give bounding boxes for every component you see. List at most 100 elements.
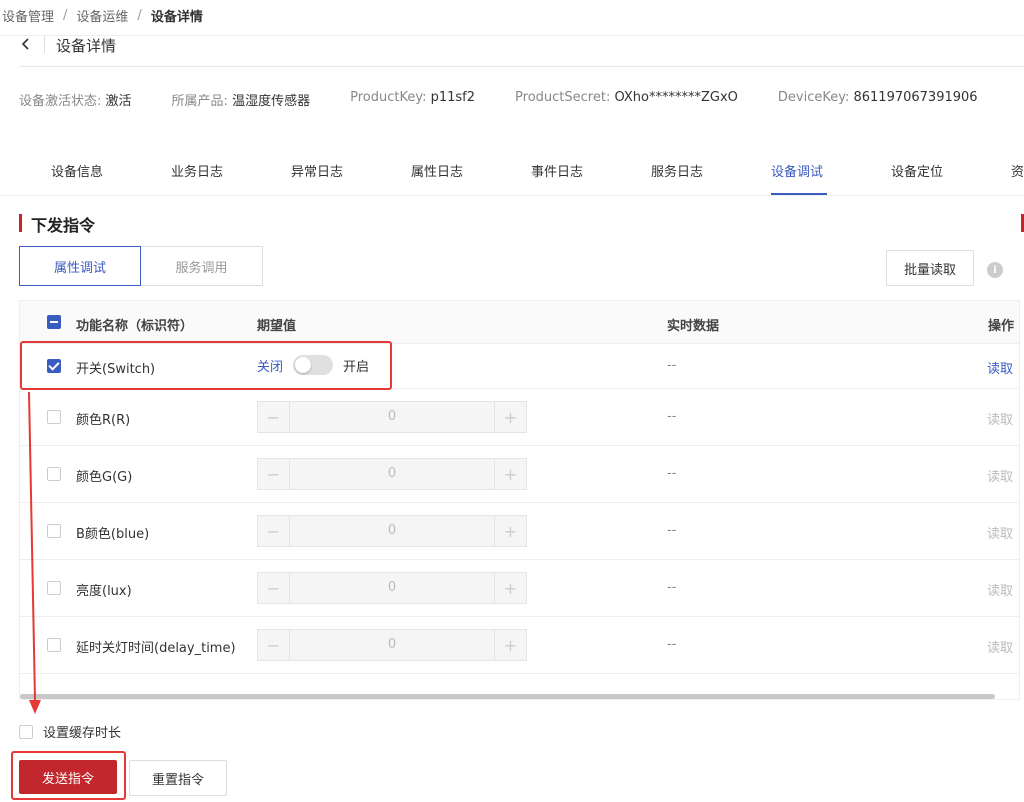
stepper-value-input[interactable]: 0 <box>290 630 494 660</box>
row-name: 延时关灯时间(delay_time) <box>76 641 236 656</box>
quantity-stepper: − 0 + <box>257 401 527 433</box>
read-link[interactable]: 读取 <box>987 637 1013 656</box>
quantity-stepper: − 0 + <box>257 458 527 490</box>
header-divider <box>0 35 1024 36</box>
reset-command-button[interactable]: 重置指令 <box>129 760 227 796</box>
batch-read-button[interactable]: 批量读取 <box>886 250 974 286</box>
col-header-realtime: 实时数据 <box>667 319 720 334</box>
info-label: 所属产品: <box>171 94 228 109</box>
row-checkbox[interactable] <box>47 410 61 424</box>
seg-service-call[interactable]: 服务调用 <box>141 246 263 286</box>
tab-service-log[interactable]: 服务日志 <box>651 161 703 180</box>
stepper-minus-button[interactable]: − <box>258 573 290 603</box>
tab-exception-log[interactable]: 异常日志 <box>291 161 343 180</box>
row-checkbox[interactable] <box>47 581 61 595</box>
horizontal-scrollbar[interactable] <box>20 694 995 699</box>
row-name: 开关(Switch) <box>76 362 156 377</box>
tab-resources[interactable]: 资 <box>1011 161 1024 180</box>
switch-toggle[interactable] <box>293 355 334 375</box>
page-title: 设备详情 <box>56 37 117 55</box>
realtime-value: -- <box>667 637 677 652</box>
tab-bar: 设备信息 业务日志 异常日志 属性日志 事件日志 服务日志 设备调试 设备定位 … <box>0 158 1024 196</box>
breadcrumb-item-current: 设备详情 <box>150 10 203 25</box>
info-value: 激活 <box>105 94 132 109</box>
tab-device-info[interactable]: 设备信息 <box>51 161 103 180</box>
read-link[interactable]: 读取 <box>987 466 1013 485</box>
tab-property-log[interactable]: 属性日志 <box>411 161 463 180</box>
info-divider <box>19 66 1024 67</box>
realtime-value: -- <box>667 523 677 538</box>
realtime-value: -- <box>667 466 677 481</box>
stepper-minus-button[interactable]: − <box>258 516 290 546</box>
stepper-value-input[interactable]: 0 <box>290 402 494 432</box>
info-product: 所属产品: 温湿度传感器 <box>172 90 311 109</box>
section-accent-bar <box>19 214 22 232</box>
col-header-name: 功能名称（标识符） <box>76 319 194 334</box>
table-row: 颜色R(R) − 0 + -- 读取 <box>20 389 1019 446</box>
info-value: p11sf2 <box>430 90 476 105</box>
stepper-plus-button[interactable]: + <box>494 459 526 489</box>
send-command-button[interactable]: 发送指令 <box>19 760 117 794</box>
breadcrumb-item-device-management[interactable]: 设备管理 <box>2 6 54 25</box>
tab-event-log[interactable]: 事件日志 <box>531 161 583 180</box>
read-link[interactable]: 读取 <box>987 358 1013 377</box>
info-product-key: ProductKey: p11sf2 <box>350 90 475 109</box>
table-row: 颜色G(G) − 0 + -- 读取 <box>20 446 1019 503</box>
tab-device-location[interactable]: 设备定位 <box>891 161 943 180</box>
quantity-stepper: − 0 + <box>257 515 527 547</box>
tab-device-debug[interactable]: 设备调试 <box>771 161 823 180</box>
table-row: 亮度(lux) − 0 + -- 读取 <box>20 560 1019 617</box>
stepper-plus-button[interactable]: + <box>494 630 526 660</box>
info-value: 861197067391906 <box>853 90 978 105</box>
info-product-secret: ProductSecret: OXho********ZGxO <box>515 90 738 109</box>
stepper-plus-button[interactable]: + <box>494 573 526 603</box>
realtime-value: -- <box>667 580 677 595</box>
row-name: B颜色(blue) <box>76 527 150 542</box>
seg-property-debug[interactable]: 属性调试 <box>19 246 141 286</box>
quantity-stepper: − 0 + <box>257 572 527 604</box>
row-checkbox[interactable] <box>47 524 61 538</box>
select-all-checkbox[interactable] <box>47 315 61 329</box>
info-value: 温湿度传感器 <box>232 94 311 109</box>
stepper-minus-button[interactable]: − <box>258 402 290 432</box>
read-link[interactable]: 读取 <box>987 409 1013 428</box>
quantity-stepper: − 0 + <box>257 629 527 661</box>
row-checkbox[interactable] <box>47 359 61 373</box>
stepper-minus-button[interactable]: − <box>258 630 290 660</box>
col-header-expected: 期望值 <box>257 319 297 334</box>
stepper-value-input[interactable]: 0 <box>290 573 494 603</box>
read-link[interactable]: 读取 <box>987 580 1013 599</box>
chevron-left-icon[interactable] <box>19 35 33 53</box>
info-status: 设备激活状态: 激活 <box>19 90 132 109</box>
info-device-key: DeviceKey: 861197067391906 <box>778 90 978 109</box>
active-tab-indicator <box>771 193 827 195</box>
info-icon[interactable]: i <box>987 262 1003 278</box>
cache-duration-checkbox[interactable] <box>19 724 33 739</box>
device-info-row: 设备激活状态: 激活 所属产品: 温湿度传感器 ProductKey: p11s… <box>19 90 1018 109</box>
stepper-value-input[interactable]: 0 <box>290 459 494 489</box>
info-label: 设备激活状态: <box>19 94 102 109</box>
breadcrumb-separator: / <box>137 8 142 23</box>
breadcrumb-separator: / <box>63 8 68 23</box>
realtime-value: -- <box>667 358 677 373</box>
stepper-minus-button[interactable]: − <box>258 459 290 489</box>
stepper-plus-button[interactable]: + <box>494 516 526 546</box>
tab-business-log[interactable]: 业务日志 <box>171 161 223 180</box>
info-value: OXho********ZGxO <box>614 90 738 105</box>
table-header: 功能名称（标识符） 期望值 实时数据 操作 <box>20 301 1019 344</box>
breadcrumb: 设备管理 / 设备运维 / 设备详情 <box>2 6 203 25</box>
row-checkbox[interactable] <box>47 467 61 481</box>
realtime-value: -- <box>667 409 677 424</box>
breadcrumb-item-device-ops[interactable]: 设备运维 <box>76 6 128 25</box>
row-name: 颜色G(G) <box>76 470 133 485</box>
stepper-value-input[interactable]: 0 <box>290 516 494 546</box>
stepper-plus-button[interactable]: + <box>494 402 526 432</box>
info-label: DeviceKey: <box>777 90 850 105</box>
switch-on-label: 开启 <box>343 359 370 375</box>
info-label: ProductSecret: <box>515 90 611 105</box>
row-name: 亮度(lux) <box>76 584 132 599</box>
title-divider <box>44 36 45 53</box>
read-link[interactable]: 读取 <box>987 523 1013 542</box>
row-checkbox[interactable] <box>47 638 61 652</box>
table-row: 延时关灯时间(delay_time) − 0 + -- 读取 <box>20 617 1019 674</box>
